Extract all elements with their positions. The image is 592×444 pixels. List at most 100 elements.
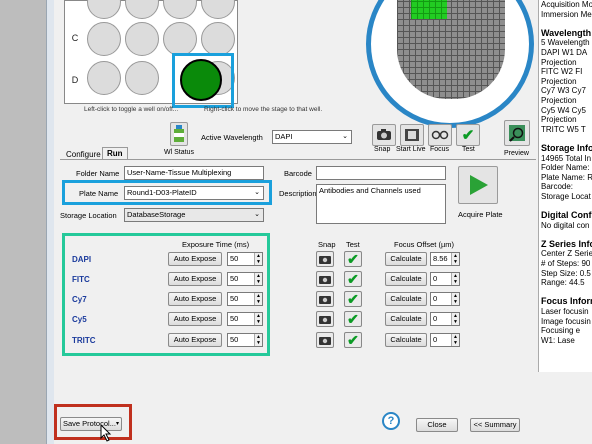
auto-expose-button-dapi[interactable]: Auto Expose — [168, 252, 222, 266]
description-field[interactable]: Antibodies and Channels used — [316, 184, 446, 224]
well-c2[interactable] — [125, 22, 159, 56]
exposure-input-dapi[interactable]: 50 ▲ ▼ — [227, 252, 263, 266]
well-b4[interactable] — [201, 0, 235, 19]
exposure-time-header: Exposure Time (ms) — [182, 240, 250, 249]
chevron-down-icon: ⌄ — [254, 211, 260, 218]
exposure-input-cy5[interactable]: 50 ▲ ▼ — [227, 312, 263, 326]
snap-button[interactable] — [372, 124, 396, 146]
exposure-input-fitc[interactable]: 50 ▲ ▼ — [227, 272, 263, 286]
info-line: Immersion Me — [541, 9, 592, 19]
info-line: Projection — [541, 95, 577, 105]
camera-icon — [319, 315, 331, 324]
storage-location-select[interactable]: DatabaseStorage ⌄ — [124, 208, 264, 222]
test-button-tritc[interactable]: ✔ — [344, 332, 362, 348]
plate-name-field[interactable]: Round1-D03-PlateID ⌄ — [124, 186, 264, 200]
info-line: Folder Name: — [541, 163, 590, 173]
calculate-button-dapi[interactable]: Calculate — [385, 252, 427, 266]
focus-offset-input-tritc[interactable]: 0 ▲ ▼ — [430, 333, 460, 347]
auto-expose-button-fitc[interactable]: Auto Expose — [168, 272, 222, 286]
spin-arrows-icon[interactable]: ▲ ▼ — [254, 273, 262, 285]
well-d2[interactable] — [125, 61, 159, 95]
spin-arrows-icon[interactable]: ▲ ▼ — [254, 313, 262, 325]
info-panel-lower — [538, 372, 592, 444]
info-line: Laser focusin — [541, 307, 589, 316]
spin-arrows-icon[interactable]: ▲ ▼ — [451, 313, 459, 325]
focus-button[interactable] — [428, 124, 452, 146]
exposure-input-cy7[interactable]: 50 ▲ ▼ — [227, 292, 263, 306]
auto-expose-button-tritc[interactable]: Auto Expose — [168, 333, 222, 347]
well-b2[interactable] — [125, 0, 159, 19]
folder-name-label: Folder Name — [76, 169, 120, 178]
info-line: # of Steps: 90 — [541, 259, 591, 269]
barcode-label: Barcode — [284, 169, 312, 178]
camera-icon — [319, 336, 331, 345]
plate-name-label: Plate Name — [79, 189, 119, 198]
spin-arrows-icon[interactable]: ▲ ▼ — [254, 334, 262, 346]
acquire-plate-label: Acquire Plate — [458, 210, 503, 219]
info-line: 14965 Total In — [541, 153, 592, 163]
active-wavelength-select[interactable]: DAPI ⌄ — [272, 130, 352, 144]
well-c4[interactable] — [201, 22, 235, 56]
calculate-button-tritc[interactable]: Calculate — [385, 333, 427, 347]
barcode-field[interactable] — [316, 166, 446, 180]
test-button[interactable]: ✔ — [456, 124, 480, 146]
info-line: Storage Info — [541, 142, 592, 153]
info-line: Acquisition Mo — [541, 0, 592, 9]
test-button-fitc[interactable]: ✔ — [344, 271, 362, 287]
test-button-dapi[interactable]: ✔ — [344, 251, 362, 267]
start-live-button[interactable] — [400, 124, 424, 146]
play-icon — [470, 175, 488, 195]
info-line: Barcode: — [541, 182, 574, 192]
close-button[interactable]: Close — [416, 418, 458, 432]
camera-icon — [319, 295, 331, 304]
camera-icon — [319, 275, 331, 284]
save-protocol-button[interactable]: Save Protocol... ▾ — [60, 417, 122, 431]
well-c3[interactable] — [163, 22, 197, 56]
calculate-button-fitc[interactable]: Calculate — [385, 272, 427, 286]
wl-status-button[interactable] — [170, 122, 188, 146]
snap-button-cy5[interactable] — [316, 311, 334, 327]
acquire-plate-button[interactable] — [458, 166, 498, 204]
snap-button-tritc[interactable] — [316, 332, 334, 348]
focus-offset-input-fitc[interactable]: 0 ▲ ▼ — [430, 272, 460, 286]
well-d3-selected[interactable] — [180, 59, 222, 101]
auto-expose-button-cy5[interactable]: Auto Expose — [168, 312, 222, 326]
calculate-button-cy7[interactable]: Calculate — [385, 292, 427, 306]
help-icon[interactable]: ? — [382, 412, 400, 430]
spin-arrows-icon[interactable]: ▲ ▼ — [451, 253, 459, 265]
info-line: Center Z Serie — [541, 249, 592, 259]
spin-arrows-icon[interactable]: ▲ ▼ — [451, 334, 459, 346]
snap-button-fitc[interactable] — [316, 271, 334, 287]
summary-button[interactable]: << Summary — [470, 418, 520, 432]
well-c1[interactable] — [87, 22, 121, 56]
channel-name-dapi: DAPI — [72, 255, 92, 264]
well-b1[interactable] — [87, 0, 121, 19]
focus-offset-input-cy5[interactable]: 0 ▲ ▼ — [430, 312, 460, 326]
spin-arrows-icon[interactable]: ▲ ▼ — [451, 273, 459, 285]
spin-arrows-icon[interactable]: ▲ ▼ — [451, 293, 459, 305]
app-window: C D Left-click to toggle a well on/off..… — [0, 0, 592, 444]
storage-location-label: Storage Location — [60, 211, 117, 220]
calculate-button-cy5[interactable]: Calculate — [385, 312, 427, 326]
wl-status-label: Wl Status — [164, 149, 194, 156]
well-d1[interactable] — [87, 61, 121, 95]
checkmark-icon: ✔ — [461, 127, 475, 144]
snap-button-dapi[interactable] — [316, 251, 334, 267]
test-button-cy7[interactable]: ✔ — [344, 291, 362, 307]
auto-expose-button-cy7[interactable]: Auto Expose — [168, 292, 222, 306]
well-b3[interactable] — [163, 0, 197, 19]
site-grid-selected — [411, 0, 447, 19]
snap-button-cy7[interactable] — [316, 291, 334, 307]
info-line: Projection — [541, 76, 577, 86]
channel-name-cy7: Cy7 — [72, 295, 87, 304]
focus-offset-input-cy7[interactable]: 0 ▲ ▼ — [430, 292, 460, 306]
focus-offset-header: Focus Offset (µm) — [394, 240, 455, 249]
spin-arrows-icon[interactable]: ▲ ▼ — [254, 253, 262, 265]
hint-right: Right-click to move the stage to that we… — [204, 106, 323, 113]
exposure-input-tritc[interactable]: 50 ▲ ▼ — [227, 333, 263, 347]
test-button-cy5[interactable]: ✔ — [344, 311, 362, 327]
focus-offset-input-dapi[interactable]: 8.56 ▲ ▼ — [430, 252, 460, 266]
spin-arrows-icon[interactable]: ▲ ▼ — [254, 293, 262, 305]
preview-button[interactable] — [504, 120, 530, 146]
folder-name-field[interactable]: User-Name-Tissue Multiplexing — [124, 166, 264, 180]
